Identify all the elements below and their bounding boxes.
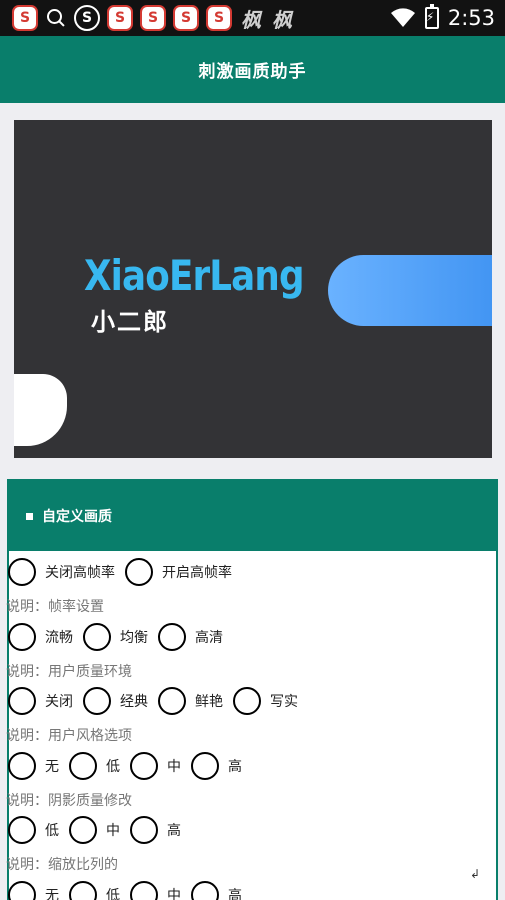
option-row-quality: 流畅 均衡 高清: [8, 620, 233, 654]
radio-button[interactable]: [8, 687, 36, 715]
sogou-round-icon: S: [74, 5, 100, 31]
wifi-icon: [390, 8, 415, 27]
sogou-icon: S: [107, 5, 133, 31]
radio-option[interactable]: 中: [130, 752, 189, 780]
radio-button[interactable]: [8, 816, 36, 844]
battery-charging-icon: [424, 4, 439, 29]
radio-button[interactable]: [69, 881, 97, 900]
page-title: 刺激画质助手: [198, 62, 307, 82]
brand-char-icon: 枫: [272, 7, 292, 32]
radio-label: 关闭: [45, 694, 73, 710]
radio-label: 高: [228, 759, 242, 775]
radio-label: 开启高帧率: [162, 565, 232, 581]
status-bar: S S S S S S 枫 枫 2:53: [0, 0, 505, 36]
radio-label: 低: [106, 888, 120, 900]
radio-label: 无: [45, 888, 59, 900]
notification-icons: S S S S S S 枫 枫: [12, 5, 294, 32]
radio-option[interactable]: 无: [8, 881, 67, 900]
card-header: 自定义画质: [9, 481, 496, 551]
radio-label: 中: [167, 759, 181, 775]
radio-button[interactable]: [158, 623, 186, 651]
description-text: 说明：用户质量环境: [6, 664, 132, 680]
radio-label: 中: [167, 888, 181, 900]
description-text: 说明：缩放比列的: [6, 857, 118, 873]
radio-option[interactable]: 高: [191, 881, 250, 900]
radio-label: 关闭高帧率: [45, 565, 115, 581]
radio-option[interactable]: 关闭: [8, 687, 81, 715]
bullet-icon: [26, 512, 33, 520]
radio-label: 鲜艳: [195, 694, 223, 710]
option-row-scale: 低 中 高: [8, 813, 191, 847]
radio-option[interactable]: 写实: [233, 687, 306, 715]
radio-option[interactable]: 关闭高帧率: [8, 558, 123, 586]
radio-option[interactable]: 开启高帧率: [125, 558, 240, 586]
banner-image: XiaoErLang 小二郎: [14, 120, 492, 458]
radio-button[interactable]: [8, 623, 36, 651]
radio-button[interactable]: [125, 558, 153, 586]
clock: 2:53: [447, 6, 495, 30]
banner-right-shape: [328, 255, 492, 326]
sogou-icon: S: [206, 5, 232, 31]
brand-char-icon: 枫: [241, 7, 261, 32]
radio-button[interactable]: [233, 687, 261, 715]
radio-label: 无: [45, 759, 59, 775]
radio-option[interactable]: 低: [8, 816, 67, 844]
radio-button[interactable]: [158, 687, 186, 715]
description-text: 说明：帧率设置: [6, 599, 104, 615]
description-text: 说明：阴影质量修改: [6, 793, 132, 809]
radio-option[interactable]: 高: [191, 752, 250, 780]
radio-label: 高: [228, 888, 242, 900]
radio-button[interactable]: [191, 881, 219, 900]
radio-button[interactable]: [83, 687, 111, 715]
radio-button[interactable]: [191, 752, 219, 780]
radio-label: 流畅: [45, 630, 73, 646]
radio-option[interactable]: 无: [8, 752, 67, 780]
banner-subtitle: 小二郎: [91, 308, 169, 336]
option-row-extra: 无 低 中 高: [8, 878, 252, 900]
option-row-frame-rate: 关闭高帧率 开启高帧率: [8, 555, 242, 589]
sogou-icon: S: [12, 5, 38, 31]
option-row-style: 关闭 经典 鲜艳 写实: [8, 684, 308, 718]
banner-left-shape: [14, 374, 67, 446]
radio-button[interactable]: [130, 881, 158, 900]
description-text: 说明：用户风格选项: [6, 728, 132, 744]
radio-button[interactable]: [8, 558, 36, 586]
radio-option[interactable]: 低: [69, 881, 128, 900]
radio-label: 写实: [270, 694, 298, 710]
app-bar: 刺激画质助手: [0, 36, 505, 103]
radio-option[interactable]: 中: [69, 816, 128, 844]
sogou-icon: S: [140, 5, 166, 31]
radio-label: 低: [106, 759, 120, 775]
radio-label: 高: [167, 823, 181, 839]
radio-button[interactable]: [8, 881, 36, 900]
system-tray: 2:53: [390, 4, 495, 32]
radio-option[interactable]: 鲜艳: [158, 687, 231, 715]
card-title: 自定义画质: [42, 509, 112, 525]
radio-option[interactable]: 高清: [158, 623, 231, 651]
radio-label: 高清: [195, 630, 223, 646]
sogou-icon: S: [173, 5, 199, 31]
radio-option[interactable]: 低: [69, 752, 128, 780]
watermark-icon: ↲: [470, 867, 481, 881]
radio-option[interactable]: 经典: [83, 687, 156, 715]
radio-button[interactable]: [130, 752, 158, 780]
radio-label: 经典: [120, 694, 148, 710]
radio-option[interactable]: 流畅: [8, 623, 81, 651]
radio-label: 低: [45, 823, 59, 839]
radio-button[interactable]: [69, 816, 97, 844]
option-row-shadow: 无 低 中 高: [8, 749, 252, 783]
radio-button[interactable]: [8, 752, 36, 780]
radio-option[interactable]: 中: [130, 881, 189, 900]
search-icon: [45, 7, 67, 29]
radio-button[interactable]: [130, 816, 158, 844]
radio-label: 均衡: [120, 630, 148, 646]
radio-label: 中: [106, 823, 120, 839]
radio-button[interactable]: [83, 623, 111, 651]
radio-option[interactable]: 高: [130, 816, 189, 844]
radio-option[interactable]: 均衡: [83, 623, 156, 651]
radio-button[interactable]: [69, 752, 97, 780]
banner-brand-text: XiaoErLang: [84, 251, 305, 300]
